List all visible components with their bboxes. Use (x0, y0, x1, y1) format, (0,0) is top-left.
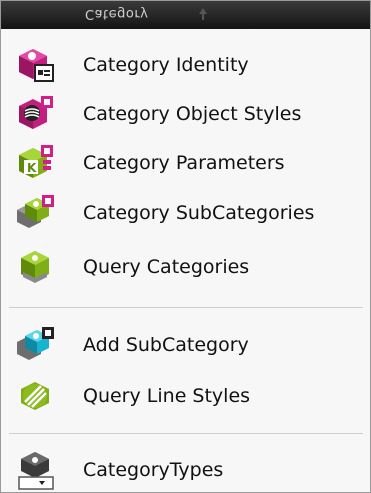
menu-item-label: Add SubCategory (83, 334, 249, 356)
menu-item-label: Category SubCategories (83, 202, 315, 224)
menu-item-category-identity[interactable]: Category Identity (1, 43, 370, 87)
category-parameters-icon: K (19, 145, 53, 178)
svg-text:K: K (27, 161, 37, 175)
category-object-styles-icon (19, 96, 53, 129)
menu-item-category-parameters[interactable]: K Category Parameters (1, 141, 370, 185)
menu-item-category-object-styles[interactable]: Category Object Styles (1, 92, 370, 136)
menu-item-label: Category Identity (83, 54, 249, 76)
query-categories-icon (21, 251, 49, 283)
menu-item-category-subcategories[interactable]: Category SubCategories (1, 191, 370, 235)
menu-item-label: Query Line Styles (83, 385, 251, 407)
query-line-styles-icon (21, 382, 49, 410)
category-menu: Category Category Identity Category Obje… (0, 0, 371, 493)
menu-separator (9, 433, 363, 434)
category-types-icon (18, 452, 54, 490)
menu-item-label: Category Object Styles (83, 103, 302, 125)
menu-item-query-categories[interactable]: Query Categories (1, 245, 370, 289)
category-subcategories-icon (17, 195, 54, 228)
menu-item-label: CategoryTypes (83, 459, 224, 481)
menu-item-category-types[interactable]: CategoryTypes (1, 448, 370, 492)
menu-item-query-line-styles[interactable]: Query Line Styles (1, 374, 370, 418)
menu-title-bar[interactable]: Category (1, 1, 370, 29)
pin-icon[interactable] (197, 7, 209, 21)
menu-separator (9, 307, 363, 308)
menu-item-add-subcategory[interactable]: Add SubCategory (1, 323, 370, 367)
add-subcategory-icon (17, 327, 54, 360)
menu-item-label: Category Parameters (83, 152, 285, 174)
menu-item-label: Query Categories (83, 256, 250, 278)
category-identity-icon (19, 49, 54, 82)
menu-title: Category (85, 6, 149, 21)
